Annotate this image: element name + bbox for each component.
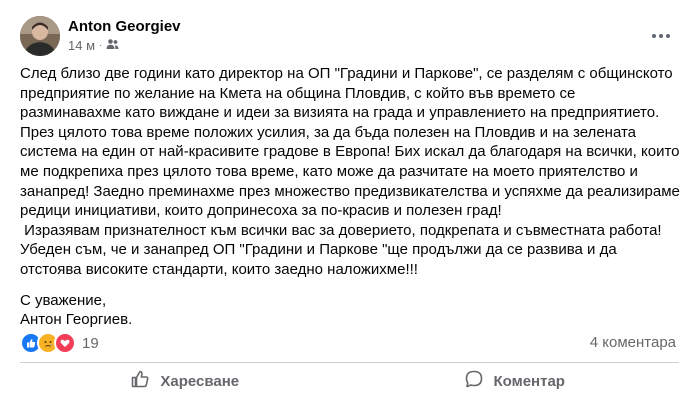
post-time[interactable]: 14 м — [68, 38, 95, 53]
post-meta: 14 м · — [68, 38, 119, 53]
love-icon — [54, 332, 76, 354]
comment-label: Коментар — [493, 372, 565, 390]
reactions-summary[interactable]: 19 — [20, 332, 99, 354]
comments-count-link[interactable]: 4 коментара — [590, 334, 676, 351]
post-text: След близо две години като директор на О… — [20, 64, 680, 330]
thumbs-up-icon — [130, 369, 150, 393]
like-label: Харесване — [160, 372, 240, 390]
divider — [20, 362, 679, 363]
author-name[interactable]: Anton Georgiev — [68, 18, 181, 35]
post-card: Anton Georgiev 14 м · След близо две год — [0, 0, 699, 406]
post-actions: Харесване Коментар — [20, 366, 679, 396]
like-button[interactable]: Харесване — [20, 366, 350, 396]
post-header: Anton Georgiev 14 м · — [20, 16, 679, 60]
signature-name: Антон Георгиев. — [20, 311, 133, 329]
more-options-icon[interactable] — [643, 22, 679, 50]
reaction-count: 19 — [82, 334, 99, 352]
comment-bubble-icon — [464, 369, 484, 393]
post-paragraph: След близо две години като директор на О… — [20, 65, 680, 278]
comment-button[interactable]: Коментар — [350, 366, 680, 396]
friends-icon — [106, 38, 119, 53]
avatar[interactable] — [20, 16, 60, 56]
meta-separator: · — [99, 40, 103, 51]
signature-line: С уважение, — [20, 291, 107, 309]
